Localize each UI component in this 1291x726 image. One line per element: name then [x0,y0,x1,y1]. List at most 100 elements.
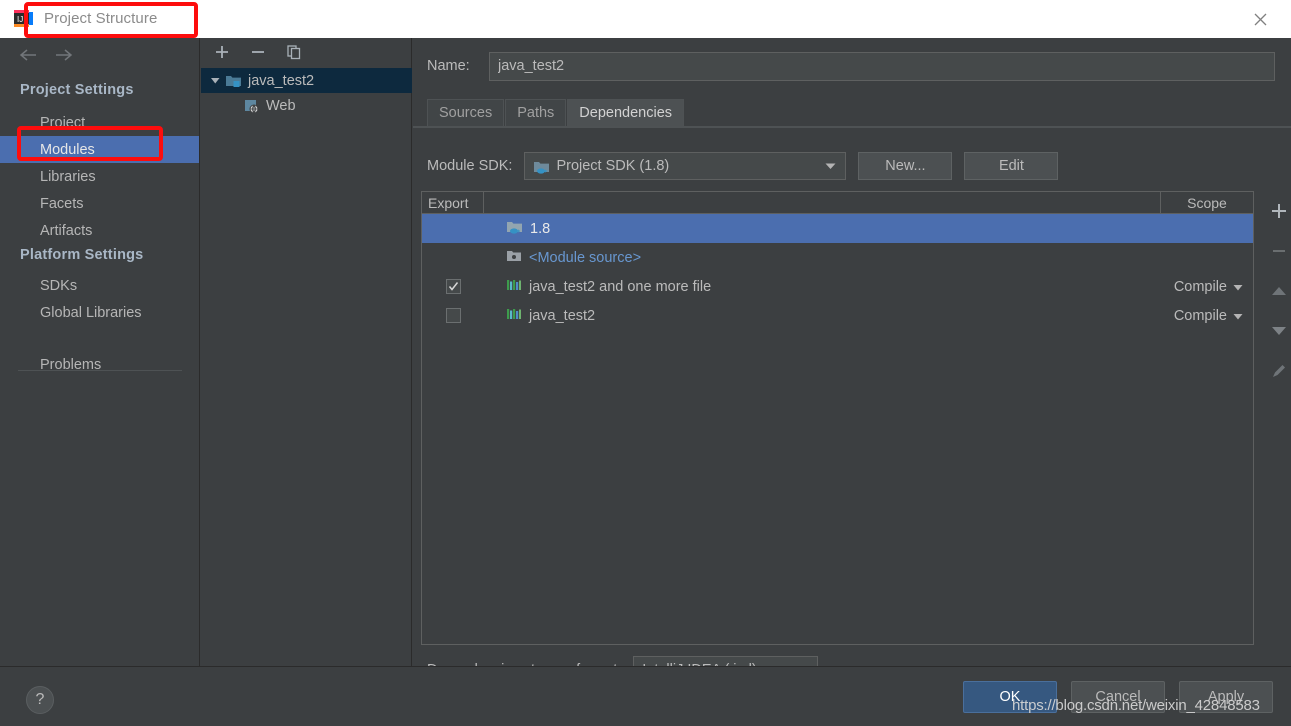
project-structure-dialog: IJ Project Structure [0,0,1291,726]
library-icon [506,307,522,325]
triangle-up-icon[interactable] [1267,279,1291,303]
name-label: Name: [427,58,489,74]
pencil-icon[interactable] [1267,359,1291,383]
dependency-name-cell: java_test2 and one more file [484,278,1153,296]
chevron-down-icon[interactable] [205,75,225,86]
tab-paths[interactable]: Paths [505,99,566,126]
jdk-folder-icon [533,159,550,174]
export-checkbox-checked[interactable] [446,279,461,294]
scope-value: Compile [1174,308,1227,324]
module-sdk-row: Module SDK: Project SDK (1.8) New... [427,152,1058,180]
sidebar-item-label: Global Libraries [40,305,142,321]
copy-icon[interactable] [283,41,305,63]
sidebar-item-global-libraries[interactable]: Global Libraries [0,299,199,326]
sidebar-item-label: Problems [40,357,101,373]
sidebar-item-artifacts[interactable]: Artifacts [0,217,199,244]
column-header-name[interactable] [484,192,1161,213]
module-tree-toolbar [201,38,412,66]
library-icon [506,278,522,296]
plus-icon[interactable] [1267,199,1291,223]
chevron-down-icon[interactable] [1233,308,1243,324]
sidebar-section-platform-settings: Platform Settings [20,247,143,263]
triangle-down-icon[interactable] [1267,319,1291,343]
module-name-input[interactable] [489,52,1275,81]
tab-label: Sources [439,105,492,121]
sidebar-item-sdks[interactable]: SDKs [0,272,199,299]
window-title: Project Structure [44,8,157,30]
module-tabs: Sources Paths Dependencies [427,99,685,126]
table-row[interactable]: java_test2 and one more file Compile [422,272,1253,301]
column-header-scope[interactable]: Scope [1161,192,1253,213]
module-sdk-value: Project SDK (1.8) [556,158,669,174]
tree-node-web[interactable]: Web [201,93,412,118]
tree-node-java-test2[interactable]: java_test2 [201,68,412,93]
sidebar-section-project-settings: Project Settings [20,82,134,98]
table-row[interactable]: java_test2 Compile [422,301,1253,330]
sidebar-item-project[interactable]: Project [0,109,199,136]
edit-sdk-button[interactable]: Edit [964,152,1058,180]
plus-icon[interactable] [211,41,233,63]
close-icon[interactable] [1241,6,1279,32]
export-checkbox-unchecked[interactable] [446,308,461,323]
sidebar-item-problems[interactable]: Problems [0,351,199,378]
tab-dependencies[interactable]: Dependencies [567,99,684,126]
dependency-name: 1.8 [530,221,550,237]
sidebar-item-label: Artifacts [40,223,92,239]
sidebar-item-label: SDKs [40,278,77,294]
svg-text:IJ: IJ [17,15,23,24]
module-sdk-label: Module SDK: [427,158,512,174]
dependencies-side-toolbar [1261,191,1291,411]
module-sdk-select[interactable]: Project SDK (1.8) [524,152,846,180]
sidebar-item-label: Facets [40,196,84,212]
export-cell[interactable] [422,279,484,294]
sidebar-item-libraries[interactable]: Libraries [0,163,199,190]
scope-cell[interactable]: Compile [1153,279,1253,295]
module-source-icon [506,249,522,267]
dialog-footer: ? OK Cancel Apply [0,666,1291,726]
sidebar-item-label: Modules [40,142,95,158]
table-row[interactable]: 1.8 [422,214,1253,243]
sidebar-navigation [0,38,200,72]
module-folder-icon [225,73,243,88]
dependency-name: java_test2 and one more file [529,279,711,295]
tree-node-label: Web [266,98,296,114]
jdk-folder-icon [506,219,523,238]
minus-icon[interactable] [247,41,269,63]
module-detail-panel: Name: Sources Paths Dependencies Module … [413,38,1291,666]
module-tree-panel: java_test2 Web [201,38,412,666]
dependency-name-cell: 1.8 [484,219,1153,238]
web-facet-icon [243,98,261,113]
watermark-text: https://blog.csdn.net/weixin_42848583 [1012,697,1260,714]
sidebar-item-facets[interactable]: Facets [0,190,199,217]
tree-node-label: java_test2 [248,73,314,89]
minus-icon[interactable] [1267,239,1291,263]
dependency-name-cell: <Module source> [484,249,1153,267]
sidebar-item-modules[interactable]: Modules [0,136,199,163]
tab-sources[interactable]: Sources [427,99,504,126]
dependencies-table-header: Export Scope [422,192,1253,214]
tab-label: Dependencies [579,105,672,121]
tab-underline [413,126,1291,128]
title-bar: IJ Project Structure [0,0,1291,38]
sidebar-item-label: Libraries [40,169,96,185]
arrow-right-icon[interactable] [53,44,75,66]
help-button[interactable]: ? [26,686,54,714]
column-header-export[interactable]: Export [422,192,484,213]
chevron-down-icon[interactable] [825,158,836,174]
table-row[interactable]: <Module source> [422,243,1253,272]
module-tree: java_test2 Web [201,68,412,664]
intellij-idea-icon: IJ [13,8,35,30]
dependency-name-cell: java_test2 [484,307,1153,325]
new-sdk-button[interactable]: New... [858,152,952,180]
tab-label: Paths [517,105,554,121]
dependency-name: <Module source> [529,250,641,266]
chevron-down-icon[interactable] [1233,279,1243,295]
arrow-left-icon[interactable] [17,44,39,66]
module-name-row: Name: [427,51,1275,81]
scope-value: Compile [1174,279,1227,295]
sidebar-item-label: Project [40,115,85,131]
export-cell[interactable] [422,308,484,323]
dependencies-table: Export Scope 1.8 [421,191,1254,645]
scope-cell[interactable]: Compile [1153,308,1253,324]
settings-sidebar: Project Settings Project Modules Librari… [0,38,200,666]
